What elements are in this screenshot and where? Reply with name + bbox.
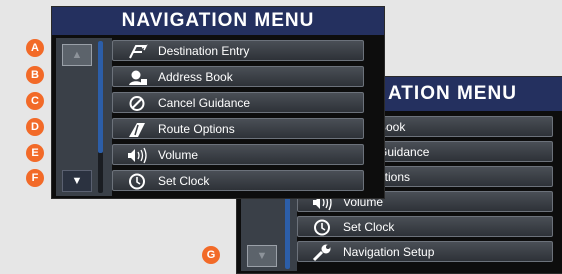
scroll-up-button[interactable]: ▲ (62, 44, 92, 66)
menu-item-label: Route Options (158, 122, 235, 136)
callout-a: A (26, 39, 44, 57)
menu-item-set-clock[interactable]: Set Clock (112, 170, 364, 191)
navigation-menu-screen: NAVIGATION MENU ▲ ▼ Destination Entry Ad… (51, 6, 385, 199)
wrench-icon (312, 244, 331, 262)
menu-item-label: Volume (158, 148, 199, 162)
menu-item-label: Destination Entry (158, 44, 250, 58)
cancel-guidance-icon (129, 96, 145, 111)
scroll-down-button[interactable]: ▼ (62, 170, 92, 192)
menu-item-navigation-setup[interactable]: Navigation Setup (297, 241, 553, 262)
menu-item-label: Cancel Guidance (158, 96, 251, 110)
menu-item-label: Address Book (158, 70, 233, 84)
menu-item-cancel-guidance[interactable]: Cancel Guidance (112, 92, 364, 113)
menu-item-label: Guidance (378, 145, 430, 159)
clock-icon (314, 219, 330, 236)
destination-entry-icon (129, 44, 148, 59)
menu-item-volume[interactable]: Volume (112, 144, 364, 165)
callout-c: C (26, 92, 44, 110)
callout-e: E (26, 144, 44, 162)
callout-d: D (26, 118, 44, 136)
scroll-panel: ▲ ▼ (56, 38, 112, 196)
menu-item-label: Navigation Setup (343, 245, 435, 259)
menu-item-set-clock[interactable]: Set Clock (297, 216, 553, 237)
address-book-icon (129, 70, 147, 85)
menu-item-address-book[interactable]: Address Book (112, 66, 364, 87)
clock-icon (129, 173, 145, 190)
page-title: NAVIGATION MENU (52, 7, 384, 35)
scrollbar[interactable] (98, 41, 103, 193)
volume-icon (128, 147, 147, 164)
menu-item-destination-entry[interactable]: Destination Entry (112, 40, 364, 61)
scrollbar-thumb[interactable] (98, 41, 103, 153)
callout-b: B (26, 66, 44, 84)
route-options-icon (129, 123, 145, 137)
scroll-down-button[interactable]: ▼ (247, 245, 277, 267)
menu-item-route-options[interactable]: Route Options (112, 118, 364, 139)
callout-g: G (202, 246, 220, 264)
callout-f: F (26, 169, 44, 187)
menu-item-label: Set Clock (158, 174, 210, 188)
menu-item-label: Set Clock (343, 220, 395, 234)
